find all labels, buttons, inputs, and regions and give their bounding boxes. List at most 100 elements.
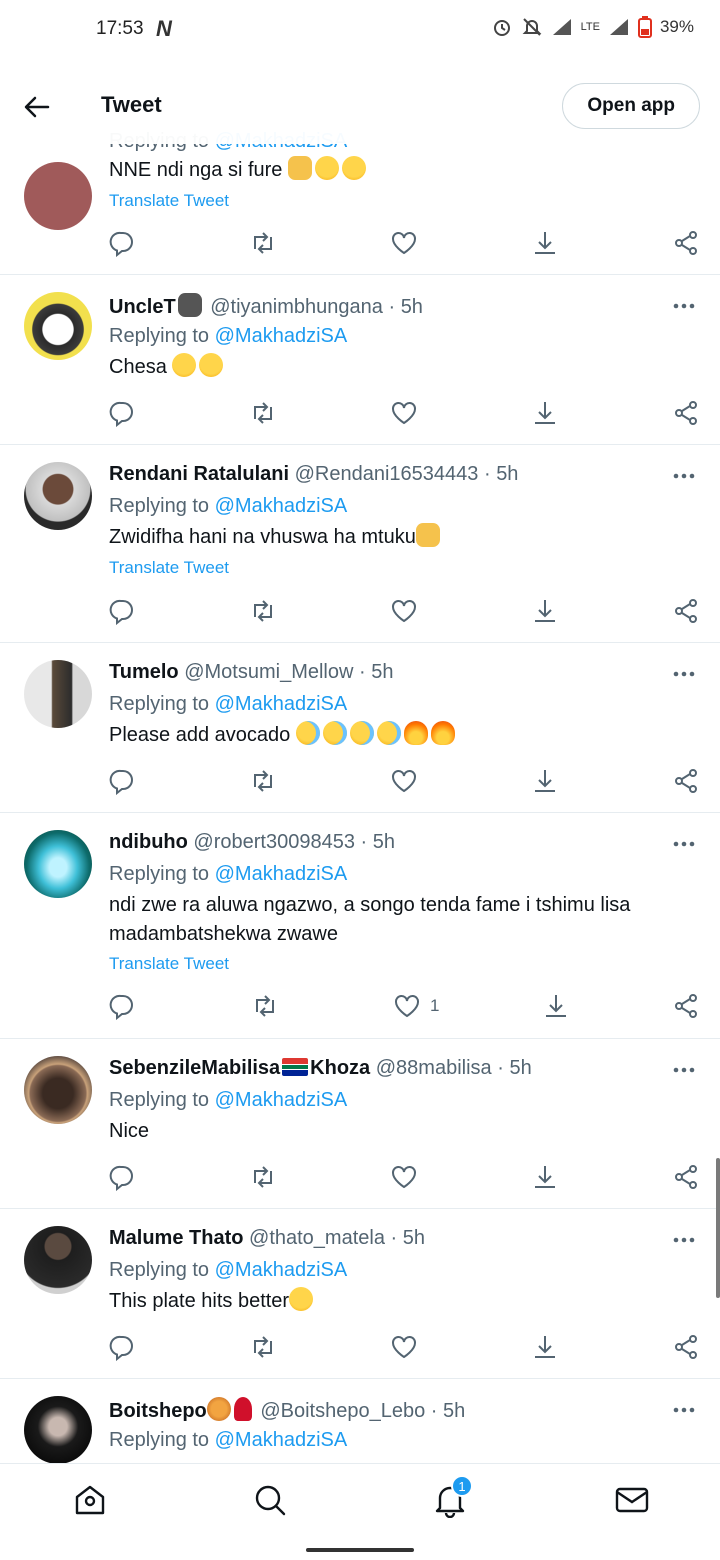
avatar[interactable] bbox=[24, 830, 92, 898]
tweet[interactable]: Rendani Ratalulani @Rendani16534443 · 5h… bbox=[0, 445, 720, 643]
gesture-handle[interactable] bbox=[306, 1548, 414, 1552]
mention-link[interactable]: @MakhadziSA bbox=[215, 863, 348, 885]
like-icon[interactable] bbox=[393, 992, 421, 1020]
bookmark-download-icon[interactable] bbox=[542, 992, 570, 1020]
tweet-time: 5h bbox=[509, 1057, 532, 1079]
retweet-icon[interactable] bbox=[249, 229, 277, 257]
bookmark-download-icon[interactable] bbox=[531, 1333, 559, 1361]
mention-link[interactable]: @MakhadziSA bbox=[215, 693, 348, 715]
avatar[interactable] bbox=[24, 1056, 92, 1124]
share-icon[interactable] bbox=[672, 597, 700, 625]
like-icon[interactable] bbox=[390, 1333, 418, 1361]
reply-icon[interactable] bbox=[108, 767, 136, 796]
author-handle[interactable]: @thato_matela bbox=[249, 1227, 385, 1249]
share-icon[interactable] bbox=[672, 229, 700, 257]
author-handle[interactable]: @Rendani16534443 bbox=[295, 463, 479, 485]
share-icon[interactable] bbox=[672, 1333, 700, 1361]
translate-link[interactable]: Translate Tweet bbox=[109, 191, 229, 211]
share-icon[interactable] bbox=[672, 767, 700, 795]
fire-emoji-icon bbox=[430, 721, 455, 745]
mention-link[interactable]: @MakhadziSA bbox=[215, 1259, 348, 1281]
reply-icon[interactable] bbox=[108, 229, 136, 258]
avatar[interactable] bbox=[24, 162, 92, 230]
bookmark-download-icon[interactable] bbox=[531, 229, 559, 257]
like-icon[interactable] bbox=[390, 229, 418, 257]
author-name[interactable]: Tumelo bbox=[109, 661, 179, 683]
avatar[interactable] bbox=[24, 292, 92, 360]
tweet[interactable]: SebenzileMabilisa Khoza @88mabilisa · 5h … bbox=[0, 1039, 720, 1209]
gesture-area bbox=[0, 1538, 720, 1560]
tweet-time: 5h bbox=[372, 831, 396, 853]
reply-icon[interactable] bbox=[108, 1163, 136, 1192]
more-icon[interactable] bbox=[672, 1406, 696, 1414]
author-name[interactable]: Malume Thato bbox=[109, 1227, 243, 1249]
retweet-icon[interactable] bbox=[249, 1163, 277, 1191]
more-icon[interactable] bbox=[672, 472, 696, 480]
page-title: Tweet bbox=[101, 92, 162, 117]
reply-icon[interactable] bbox=[108, 1333, 136, 1362]
more-icon[interactable] bbox=[672, 302, 696, 310]
retweet-icon[interactable] bbox=[249, 767, 277, 795]
bookmark-download-icon[interactable] bbox=[531, 1163, 559, 1191]
open-app-button[interactable]: Open app bbox=[562, 83, 700, 129]
tweet[interactable]: ndibuho @robert30098453 · 5h Replying to… bbox=[0, 813, 720, 1039]
home-icon[interactable] bbox=[72, 1482, 108, 1518]
bottom-nav: 1 bbox=[0, 1463, 720, 1538]
author-handle[interactable]: @Boitshepo_Lebo bbox=[260, 1400, 425, 1422]
share-icon[interactable] bbox=[672, 992, 700, 1020]
like-icon[interactable] bbox=[390, 597, 418, 625]
bookmark-download-icon[interactable] bbox=[531, 399, 559, 427]
author-handle[interactable]: @88mabilisa bbox=[376, 1057, 492, 1079]
tweet-text: NNE ndi nga si fure bbox=[109, 156, 700, 185]
back-arrow-icon[interactable] bbox=[22, 92, 52, 122]
avatar[interactable] bbox=[24, 1396, 92, 1464]
author-name[interactable]: UncleT bbox=[109, 296, 176, 318]
search-icon[interactable] bbox=[252, 1482, 288, 1518]
more-icon[interactable] bbox=[672, 670, 696, 678]
battery-icon bbox=[637, 16, 652, 38]
avatar[interactable] bbox=[24, 1226, 92, 1294]
author-name[interactable]: Rendani Ratalulani bbox=[109, 463, 289, 485]
like-icon[interactable] bbox=[390, 767, 418, 795]
retweet-icon[interactable] bbox=[249, 1333, 277, 1361]
like-icon[interactable] bbox=[390, 1163, 418, 1191]
author-handle[interactable]: @robert30098453 bbox=[193, 831, 355, 853]
bookmark-download-icon[interactable] bbox=[531, 767, 559, 795]
like-icon[interactable] bbox=[390, 399, 418, 427]
retweet-icon[interactable] bbox=[249, 597, 277, 625]
reply-icon[interactable] bbox=[108, 399, 136, 428]
retweet-icon[interactable] bbox=[249, 399, 277, 427]
mention-link[interactable]: @MakhadziSA bbox=[215, 1089, 348, 1111]
mention-link[interactable]: @MakhadziSA bbox=[215, 495, 348, 517]
author-name-suffix[interactable]: Khoza bbox=[310, 1057, 370, 1079]
mention-link[interactable]: @MakhadziSA bbox=[215, 1429, 348, 1451]
translate-link[interactable]: Translate Tweet bbox=[109, 954, 229, 974]
tweet[interactable]: Tumelo @Motsumi_Mellow · 5h Replying to … bbox=[0, 643, 720, 813]
tweet-header: UncleT @tiyanimbhungana · 5h bbox=[109, 293, 660, 319]
app-notification-icon: N bbox=[156, 16, 172, 41]
author-name[interactable]: SebenzileMabilisa bbox=[109, 1057, 280, 1079]
share-icon[interactable] bbox=[672, 1163, 700, 1191]
reply-icon[interactable] bbox=[108, 992, 136, 1021]
tweet-header: ndibuho @robert30098453 · 5h bbox=[109, 831, 396, 853]
share-icon[interactable] bbox=[672, 399, 700, 427]
tweet[interactable]: Malume Thato @thato_matela · 5h Replying… bbox=[0, 1209, 720, 1379]
retweet-icon[interactable] bbox=[251, 992, 279, 1020]
scrollbar[interactable] bbox=[716, 1158, 720, 1298]
more-icon[interactable] bbox=[672, 1066, 696, 1074]
author-handle[interactable]: @Motsumi_Mellow bbox=[184, 661, 353, 683]
more-icon[interactable] bbox=[672, 840, 696, 848]
author-name[interactable]: Boitshepo bbox=[109, 1400, 207, 1422]
tweet[interactable]: UncleT @tiyanimbhungana · 5h Replying to… bbox=[0, 275, 720, 445]
avatar[interactable] bbox=[24, 462, 92, 530]
bookmark-download-icon[interactable] bbox=[531, 597, 559, 625]
avatar[interactable] bbox=[24, 660, 92, 728]
author-handle[interactable]: @tiyanimbhungana bbox=[210, 296, 383, 318]
translate-link[interactable]: Translate Tweet bbox=[109, 558, 229, 578]
author-name[interactable]: ndibuho bbox=[109, 831, 188, 853]
rofl-emoji-icon bbox=[341, 156, 366, 180]
reply-icon[interactable] bbox=[108, 597, 136, 626]
mail-icon[interactable] bbox=[614, 1482, 650, 1518]
mention-link[interactable]: @MakhadziSA bbox=[215, 325, 348, 347]
more-icon[interactable] bbox=[672, 1236, 696, 1244]
